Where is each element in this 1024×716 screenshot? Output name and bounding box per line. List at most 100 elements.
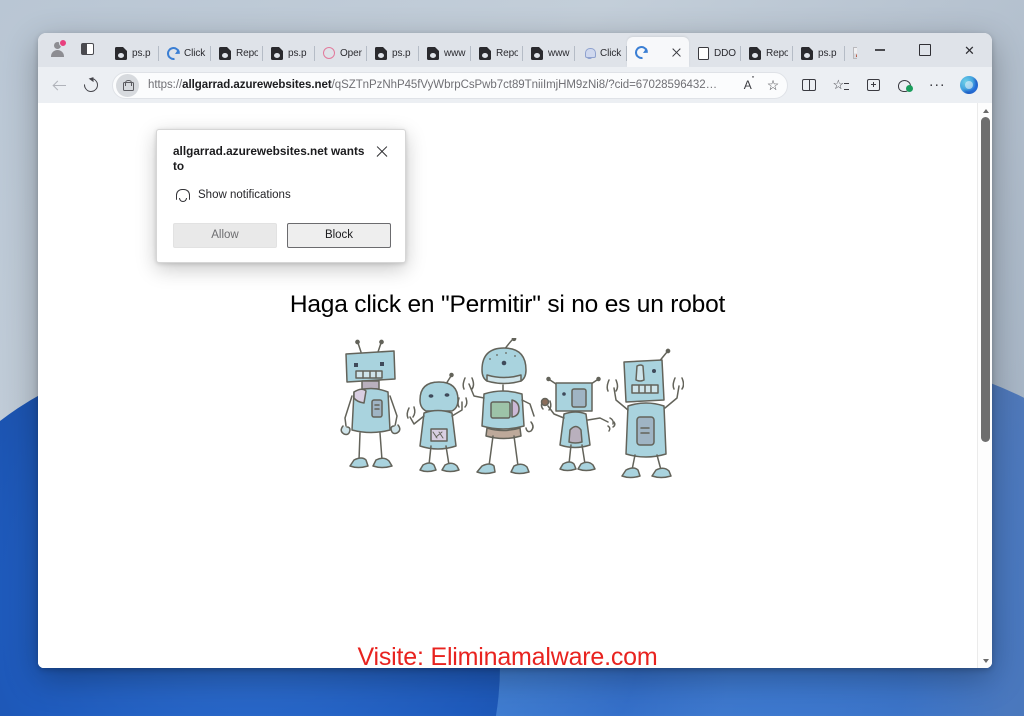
spinner-icon [631, 42, 651, 62]
scroll-down-arrow-icon[interactable] [978, 653, 992, 668]
document-icon [270, 46, 284, 60]
url-prefix: https:// [148, 79, 183, 91]
collections-icon [866, 79, 880, 91]
read-aloud-icon: A″ [743, 76, 755, 92]
browser-tab[interactable]: www [419, 39, 471, 67]
collections-button[interactable] [858, 71, 888, 99]
star-icon: ☆ [766, 77, 780, 93]
plain-page-icon [696, 46, 710, 60]
opera-icon [322, 46, 336, 60]
page-heading: Haga click en "Permitir" si no es un rob… [289, 291, 726, 318]
scrollbar-thumb[interactable] [981, 117, 990, 442]
close-window-button[interactable]: ✕ [947, 33, 992, 67]
footer-watermark: Visite: Eliminamalware.com [357, 643, 658, 668]
window-controls: ✕ [857, 33, 992, 67]
profile-button[interactable] [43, 36, 71, 62]
tab-label: www [548, 47, 570, 59]
browser-tab[interactable]: ps.p [793, 39, 845, 67]
browser-tab[interactable]: www [523, 39, 575, 67]
tab-label: Click [600, 47, 622, 59]
browser-tab[interactable]: Oper [315, 39, 367, 67]
settings-and-more-button[interactable]: ··· [922, 71, 952, 99]
browser-tab-active[interactable] [627, 37, 689, 67]
back-button[interactable] [44, 71, 74, 99]
allow-button[interactable]: Allow [173, 222, 277, 248]
tab-label: Repo [766, 47, 788, 59]
tab-actions-button[interactable] [73, 36, 101, 62]
desktop-background: ps.p Click Repo ps.p Oper ps.p www Repo … [0, 0, 1024, 716]
bell-icon [175, 188, 190, 203]
tab-label: ps.p [288, 47, 307, 59]
split-screen-icon [802, 79, 816, 91]
minimize-button[interactable] [857, 33, 902, 67]
read-aloud-button[interactable]: A″ [737, 73, 761, 97]
tab-label: ps.p [392, 47, 411, 59]
site-information-button[interactable] [116, 73, 139, 97]
popup-title-row: allgarrad.azurewebsites.net wants to [173, 144, 391, 175]
address-bar[interactable]: https://allgarrad.azurewebsites.net/qSZT… [112, 71, 788, 99]
tab-label: DDO [714, 47, 736, 59]
browser-tab[interactable]: ps.p [263, 39, 315, 67]
scroll-up-arrow-icon[interactable] [978, 103, 992, 118]
block-button[interactable]: Block [287, 222, 391, 248]
favorites-button[interactable] [826, 71, 856, 99]
popup-title: allgarrad.azurewebsites.net wants to [173, 144, 365, 174]
document-icon [218, 46, 232, 60]
close-icon[interactable] [670, 45, 684, 59]
tab-strip: ps.p Click Repo ps.p Oper ps.p www Repo … [107, 33, 857, 67]
browser-essentials-button[interactable] [890, 71, 920, 99]
browser-tab[interactable]: ps.p [367, 39, 419, 67]
popup-buttons: Allow Block [173, 222, 391, 248]
copilot-icon [960, 76, 978, 94]
browser-tab[interactable]: Click [575, 39, 627, 67]
document-icon [426, 46, 440, 60]
refresh-button[interactable] [76, 71, 106, 99]
close-icon: ✕ [964, 42, 975, 58]
popup-permission-row: Show notifications [173, 188, 391, 203]
browser-essentials-icon [897, 79, 913, 92]
close-icon[interactable] [373, 142, 391, 160]
favorites-icon [833, 77, 849, 93]
notification-permission-popup: allgarrad.azurewebsites.net wants to Sho… [156, 129, 406, 263]
document-icon [530, 46, 544, 60]
tab-label: Click [184, 47, 206, 59]
document-icon [800, 46, 814, 60]
popup-permission-label: Show notifications [198, 189, 291, 202]
tab-actions-icon [80, 43, 94, 55]
browser-tab[interactable]: Repo [741, 39, 793, 67]
more-dots-icon: ··· [928, 76, 946, 93]
browser-toolbar: https://allgarrad.azurewebsites.net/qSZT… [38, 67, 992, 103]
robot-illustration [332, 336, 684, 486]
document-icon [374, 46, 388, 60]
tab-label: Repo [496, 47, 518, 59]
browser-tab[interactable]: DDO [689, 39, 741, 67]
copilot-button[interactable] [954, 71, 984, 99]
tab-label: Oper [340, 47, 362, 59]
url-text: https://allgarrad.azurewebsites.net/qSZT… [139, 79, 737, 91]
maximize-button[interactable] [902, 33, 947, 67]
browser-tab[interactable]: Repo [211, 39, 263, 67]
profile-notification-badge-icon [59, 39, 67, 47]
url-path: /qSZTnPzNhP45fVyWbrpCsPwb7ct89TniiImjHM9… [331, 79, 718, 91]
back-arrow-icon [52, 78, 67, 93]
bell-icon [582, 46, 596, 60]
document-icon [114, 46, 128, 60]
tab-label: www [444, 47, 466, 59]
browser-tab[interactable]: ps.p [107, 39, 159, 67]
browser-tab[interactable]: Repo [471, 39, 523, 67]
document-icon [748, 46, 762, 60]
tab-label: ps.p [818, 47, 837, 59]
add-favorite-button[interactable]: ☆ [761, 73, 785, 97]
split-screen-button[interactable] [794, 71, 824, 99]
browser-window: ps.p Click Repo ps.p Oper ps.p www Repo … [38, 33, 992, 668]
lock-icon [123, 79, 134, 91]
tab-label: Repo [236, 47, 258, 59]
url-domain: allgarrad.azurewebsites.net [182, 79, 332, 91]
spinner-icon [163, 43, 183, 63]
titlebar-leading-controls [43, 33, 101, 67]
document-icon [478, 46, 492, 60]
refresh-icon [81, 75, 101, 95]
browser-tab[interactable]: Click [159, 39, 211, 67]
browser-tab[interactable]: Push [845, 39, 857, 67]
page-scrollbar[interactable] [977, 103, 992, 668]
